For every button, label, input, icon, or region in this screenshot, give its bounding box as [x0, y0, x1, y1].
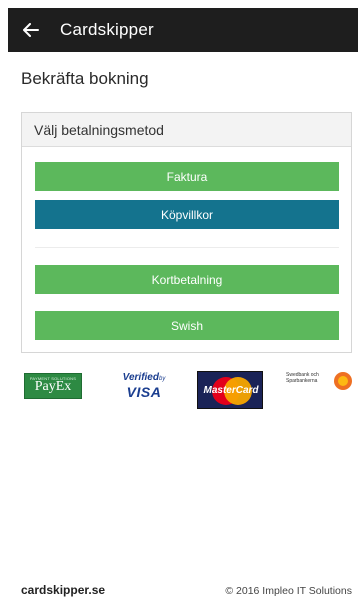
footer: cardskipper.se © 2016 Impleo IT Solution…: [21, 583, 352, 597]
panel-heading: Välj betalningsmetod: [22, 113, 351, 147]
app-title: Cardskipper: [60, 20, 154, 39]
back-button[interactable]: [8, 8, 54, 52]
divider: [35, 247, 339, 248]
payex-tagline: PAYMENT SOLUTIONS: [29, 376, 77, 381]
terms-button[interactable]: Köpvillkor: [35, 200, 339, 229]
mastercard-logo: MasterCard: [197, 371, 263, 409]
payment-logos: PAYMENT SOLUTIONS PayEx Verifiedby VISA …: [20, 366, 356, 416]
visa-text: VISA: [126, 384, 162, 400]
invoice-button[interactable]: Faktura: [35, 162, 339, 191]
verified-by-visa-logo: Verifiedby VISA: [114, 372, 174, 404]
page-title: Bekräfta bokning: [21, 69, 149, 88]
swedbank-logo: Swedbank och Sparbankerna: [286, 370, 356, 396]
mastercard-text: MasterCard: [203, 385, 259, 396]
swedbank-text: Swedbank och Sparbankerna: [286, 372, 319, 384]
arrow-left-icon: [23, 23, 39, 37]
payment-method-panel: Välj betalningsmetod Faktura Köpvillkor …: [21, 112, 352, 353]
footer-copyright: © 2016 Impleo IT Solutions: [225, 585, 352, 597]
card-payment-button[interactable]: Kortbetalning: [35, 265, 339, 294]
app-bar: Cardskipper: [8, 8, 358, 52]
swish-button[interactable]: Swish: [35, 311, 339, 340]
visa-by-text: by: [158, 376, 166, 382]
footer-brand: cardskipper.se: [21, 583, 106, 597]
payex-logo: PAYMENT SOLUTIONS PayEx: [24, 373, 82, 399]
payex-logo-text: PayEx: [34, 379, 72, 394]
swedbank-icon: [334, 372, 352, 390]
visa-verified-text: Verified: [122, 372, 159, 383]
